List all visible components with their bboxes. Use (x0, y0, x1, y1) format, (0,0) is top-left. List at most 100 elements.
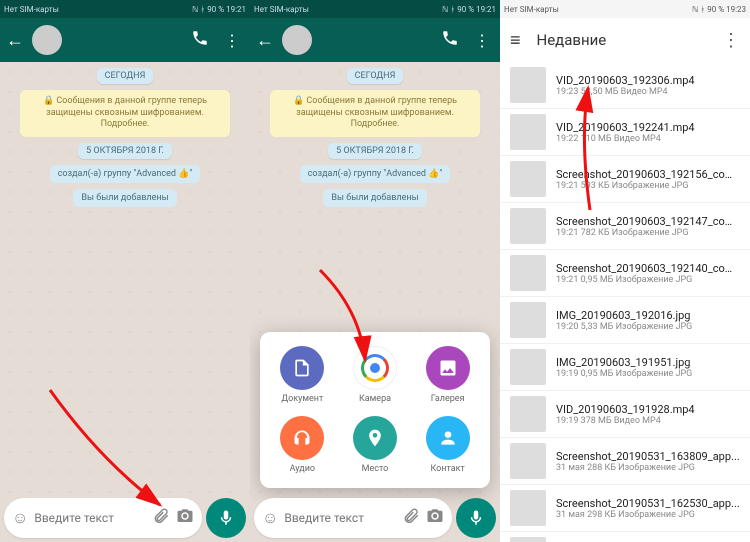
camera-icon[interactable] (176, 507, 194, 529)
file-row[interactable]: Screenshot_20190603_192147_com...19:21 7… (500, 203, 750, 250)
file-name: VID_20190603_192241.mp4 (556, 121, 740, 134)
file-list[interactable]: VID_20190603_192306.mp419:23 54,50 МБ Ви… (500, 62, 750, 542)
file-meta: 19:19 378 МБ Видео MP4 (556, 416, 740, 426)
sim-status: Нет SIM-карты (504, 5, 692, 14)
file-name: IMG_20190603_191951.jpg (556, 356, 740, 369)
system-message-added: Вы были добавлены (323, 189, 426, 207)
bt-icon: ᚼ (200, 5, 205, 14)
attach-label: Место (362, 464, 389, 474)
file-row[interactable]: Screenshot_20190531_163809_app...31 мая … (500, 438, 750, 485)
file-name: Screenshot_20190531_163809_app... (556, 450, 740, 463)
attachment-sheet: Документ Камера Галерея Аудио Место Конт… (260, 332, 490, 488)
file-name: Screenshot_20190603_192156_com... (556, 168, 740, 181)
clock: 19:21 (226, 5, 246, 14)
nfc-icon: ℕ (442, 5, 448, 14)
attach-contact[interactable]: Контакт (413, 416, 482, 474)
emoji-icon[interactable]: ☺ (12, 508, 28, 528)
date-chip-today: СЕГОДНЯ (97, 68, 154, 84)
file-thumbnail (510, 161, 546, 197)
file-row[interactable]: Screenshot_20190531_162336_app...31 мая … (500, 532, 750, 542)
file-row[interactable]: Screenshot_20190531_162530_app...31 мая … (500, 485, 750, 532)
file-row[interactable]: Screenshot_20190603_192156_com...19:21 5… (500, 156, 750, 203)
clock: 19:21 (476, 5, 496, 14)
date-chip: 5 ОКТЯБРЯ 2018 Г. (78, 143, 172, 159)
group-avatar[interactable] (32, 25, 62, 55)
camera-icon[interactable] (426, 507, 444, 529)
picker-toolbar: ≡ Недавние ⋮ (500, 18, 750, 62)
encryption-notice[interactable]: 🔒 Сообщения в данной группе теперь защищ… (20, 90, 230, 137)
file-row[interactable]: Screenshot_20190603_192140_com...19:21 0… (500, 250, 750, 297)
battery-pct: 90 % (707, 5, 724, 14)
attach-label: Контакт (430, 464, 464, 474)
file-name: VID_20190603_192306.mp4 (556, 74, 740, 87)
picker-title: Недавние (537, 31, 706, 49)
file-meta: 19:21 593 КБ Изображение JPG (556, 181, 740, 191)
mic-button[interactable] (206, 498, 246, 538)
file-name: Screenshot_20190603_192147_com... (556, 215, 740, 228)
attach-icon[interactable] (402, 507, 420, 529)
attach-label: Галерея (431, 394, 465, 404)
battery-pct: 90 % (457, 5, 474, 14)
system-message-created: создал(-а) группу "Advanced 👍" (50, 165, 201, 183)
back-icon[interactable]: ← (6, 30, 24, 51)
audio-icon (280, 416, 324, 460)
file-thumbnail (510, 255, 546, 291)
file-thumbnail (510, 114, 546, 150)
call-icon[interactable] (188, 29, 212, 51)
document-icon (280, 346, 324, 390)
attach-icon[interactable] (152, 507, 170, 529)
file-thumbnail (510, 302, 546, 338)
file-name: IMG_20190603_192016.jpg (556, 309, 740, 322)
input-bar: ☺ (250, 494, 500, 542)
attach-label: Документ (281, 394, 323, 404)
menu-icon[interactable]: ⋮ (470, 31, 494, 50)
file-row[interactable]: VID_20190603_192241.mp419:22 110 МБ Виде… (500, 109, 750, 156)
file-row[interactable]: IMG_20190603_192016.jpg19:20 5,33 МБ Изо… (500, 297, 750, 344)
file-meta: 19:22 110 МБ Видео MP4 (556, 134, 740, 144)
group-avatar[interactable] (282, 25, 312, 55)
bt-icon: ᚼ (700, 5, 705, 14)
menu-icon[interactable]: ⋮ (722, 30, 740, 51)
file-row[interactable]: IMG_20190603_191951.jpg19:19 0,95 МБ Изо… (500, 344, 750, 391)
file-meta: 19:20 5,33 МБ Изображение JPG (556, 322, 740, 332)
app-bar: ← ⋮ (250, 18, 500, 62)
status-bar: Нет SIM-карты ℕᚼ90 %19:21 (0, 0, 250, 18)
file-thumbnail (510, 208, 546, 244)
message-input[interactable] (284, 511, 396, 525)
file-thumbnail (510, 349, 546, 385)
file-name: VID_20190603_191928.mp4 (556, 403, 740, 416)
file-row[interactable]: VID_20190603_192306.mp419:23 54,50 МБ Ви… (500, 62, 750, 109)
status-bar: Нет SIM-карты ℕᚼ90 %19:21 (250, 0, 500, 18)
attach-gallery[interactable]: Галерея (413, 346, 482, 404)
mic-button[interactable] (456, 498, 496, 538)
file-thumbnail (510, 67, 546, 103)
sim-status: Нет SIM-карты (4, 5, 192, 14)
nfc-icon: ℕ (192, 5, 198, 14)
nfc-icon: ℕ (692, 5, 698, 14)
file-meta: 19:21 0,95 МБ Изображение JPG (556, 275, 740, 285)
emoji-icon[interactable]: ☺ (262, 508, 278, 528)
file-thumbnail (510, 443, 546, 479)
call-icon[interactable] (438, 29, 462, 51)
attach-document[interactable]: Документ (268, 346, 337, 404)
app-bar: ← ⋮ (0, 18, 250, 62)
file-meta: 31 мая 298 КБ Изображение JPG (556, 510, 740, 520)
file-meta: 31 мая 288 КБ Изображение JPG (556, 463, 740, 473)
file-row[interactable]: VID_20190603_191928.mp419:19 378 МБ Виде… (500, 391, 750, 438)
menu-icon[interactable]: ⋮ (220, 31, 244, 50)
encryption-notice[interactable]: 🔒 Сообщения в данной группе теперь защищ… (270, 90, 480, 137)
bt-icon: ᚼ (450, 5, 455, 14)
location-icon (353, 416, 397, 460)
status-bar: Нет SIM-карты ℕᚼ90 %19:23 (500, 0, 750, 18)
attach-camera[interactable]: Камера (341, 346, 410, 404)
gallery-icon (426, 346, 470, 390)
back-icon[interactable]: ← (256, 30, 274, 51)
attach-location[interactable]: Место (341, 416, 410, 474)
file-meta: 19:21 782 КБ Изображение JPG (556, 228, 740, 238)
hamburger-icon[interactable]: ≡ (510, 30, 521, 51)
message-input[interactable] (34, 511, 146, 525)
attach-audio[interactable]: Аудио (268, 416, 337, 474)
date-chip-today: СЕГОДНЯ (347, 68, 404, 84)
chat-area: СЕГОДНЯ 🔒 Сообщения в данной группе тепе… (0, 62, 250, 494)
file-thumbnail (510, 490, 546, 526)
